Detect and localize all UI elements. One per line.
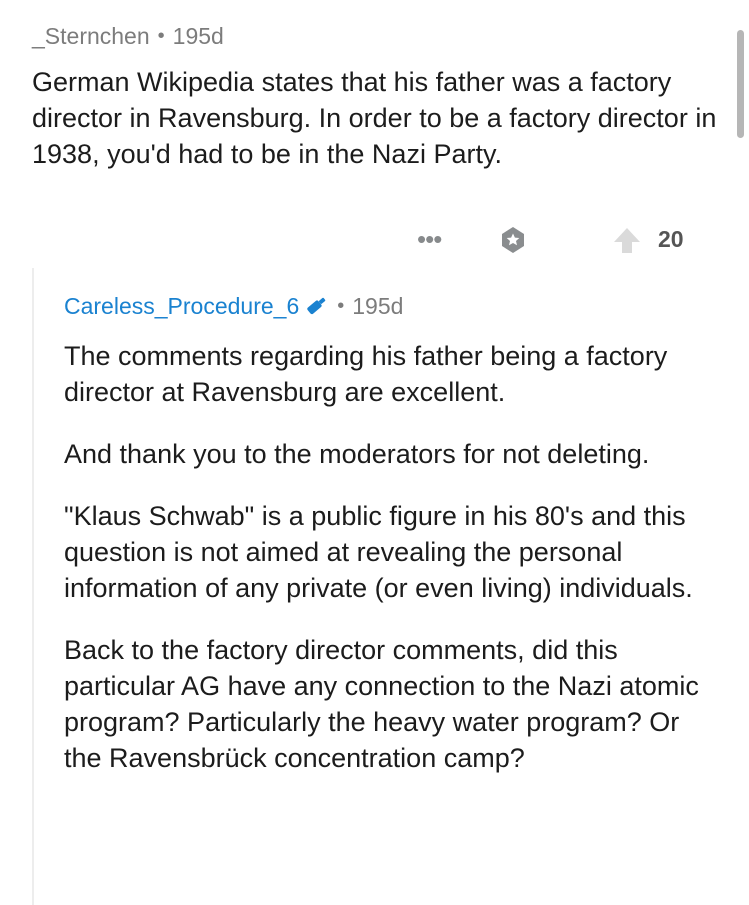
reply-comment-age: 195d <box>352 292 404 319</box>
meta-separator: • <box>157 24 165 47</box>
parent-comment-meta: _Sternchen • 195d <box>32 18 224 54</box>
parent-comment-actions: ••• 20 <box>32 222 722 258</box>
more-options-icon[interactable]: ••• <box>417 224 442 254</box>
reply-paragraph: The comments regarding his father being … <box>64 341 668 407</box>
scrollbar-thumb[interactable] <box>737 30 744 138</box>
meta-separator: • <box>337 294 345 317</box>
award-icon[interactable] <box>498 225 528 255</box>
reply-paragraph: "Klaus Schwab" is a public figure in his… <box>64 501 693 603</box>
parent-comment-body: German Wikipedia states that his father … <box>32 67 717 169</box>
thread-line[interactable] <box>32 268 34 905</box>
reply-paragraph: And thank you to the moderators for not … <box>64 439 650 469</box>
reply-comment: Careless_Procedure_6 • 195d The comments… <box>64 288 724 802</box>
moderator-shield-icon <box>307 297 326 315</box>
upvote-arrow-icon[interactable] <box>612 225 642 255</box>
reply-comment-author[interactable]: Careless_Procedure_6 <box>64 293 299 320</box>
reply-comment-meta: Careless_Procedure_6 • 195d <box>64 288 724 324</box>
parent-comment-age: 195d <box>172 22 224 49</box>
reply-comment-body: The comments regarding his father being … <box>64 338 724 776</box>
reply-paragraph: Back to the factory director comments, d… <box>64 635 699 773</box>
vote-count: 20 <box>658 226 684 252</box>
parent-comment-author[interactable]: _Sternchen <box>32 23 150 50</box>
